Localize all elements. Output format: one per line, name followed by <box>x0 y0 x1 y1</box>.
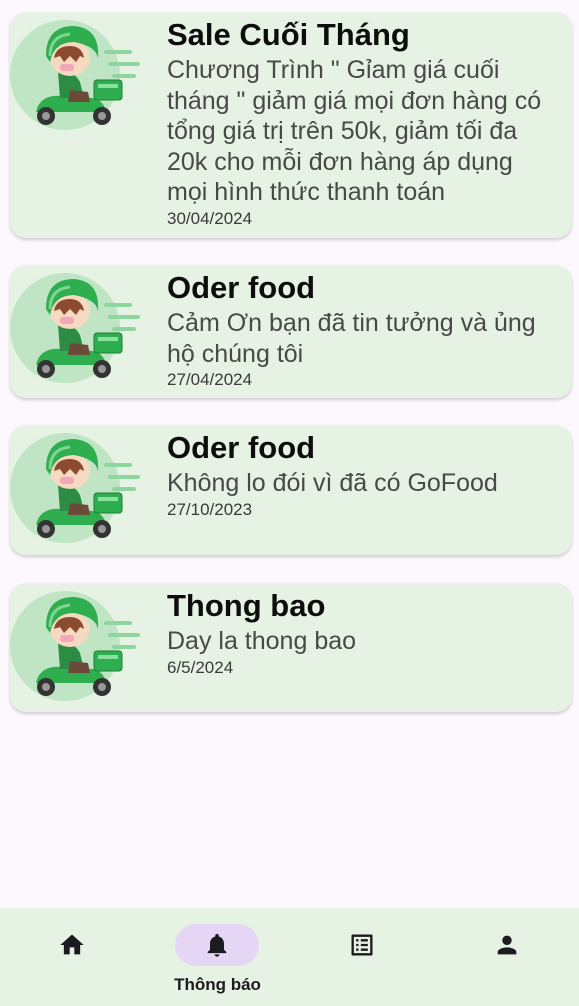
nav-item-orders[interactable] <box>290 908 435 1006</box>
bottom-navigation-bar: Thông báo <box>0 908 579 1006</box>
delivery-scooter-illustration <box>10 265 140 395</box>
notification-card[interactable]: Oder food Cảm Ơn bạn đã tin tưởng và ủng… <box>10 265 572 398</box>
notification-date: 6/5/2024 <box>167 657 234 677</box>
delivery-scooter-illustration <box>10 425 140 555</box>
notification-title: Thong bao <box>167 588 326 623</box>
delivery-scooter-illustration <box>10 583 140 712</box>
bell-icon <box>207 933 227 957</box>
nav-item-notifications[interactable]: Thông báo <box>145 908 290 1006</box>
notification-body: Không lo đói vì đã có GoFood <box>167 469 498 497</box>
nav-label-notifications: Thông báo <box>174 975 261 994</box>
notification-body: Day la thong bao <box>167 627 357 655</box>
notification-date: 30/04/2024 <box>167 208 253 228</box>
person-icon <box>497 935 517 955</box>
notification-title: Oder food <box>167 270 316 305</box>
delivery-scooter-illustration <box>10 12 140 142</box>
home-icon <box>60 934 84 955</box>
nav-item-profile[interactable] <box>435 908 579 1006</box>
nav-item-home[interactable] <box>0 908 145 1006</box>
notification-title: Sale Cuối Tháng <box>167 17 410 52</box>
notification-card[interactable]: Oder food Không lo đói vì đã có GoFood 2… <box>10 425 572 555</box>
notification-title: Oder food <box>167 430 316 465</box>
notification-date: 27/04/2024 <box>167 370 253 389</box>
notification-body: Chương Trình " Gỉam giá cuối tháng " giả… <box>167 56 542 206</box>
notification-date: 27/10/2023 <box>167 499 253 519</box>
list-icon <box>351 934 373 956</box>
notification-card[interactable]: Thong bao Day la thong bao 6/5/2024 <box>10 583 572 712</box>
notification-card[interactable]: Sale Cuối Tháng Chương Trình " Gỉam giá … <box>10 12 572 238</box>
notification-body: Cảm Ơn bạn đã tin tưởng và ủng hộ chúng … <box>167 309 536 368</box>
